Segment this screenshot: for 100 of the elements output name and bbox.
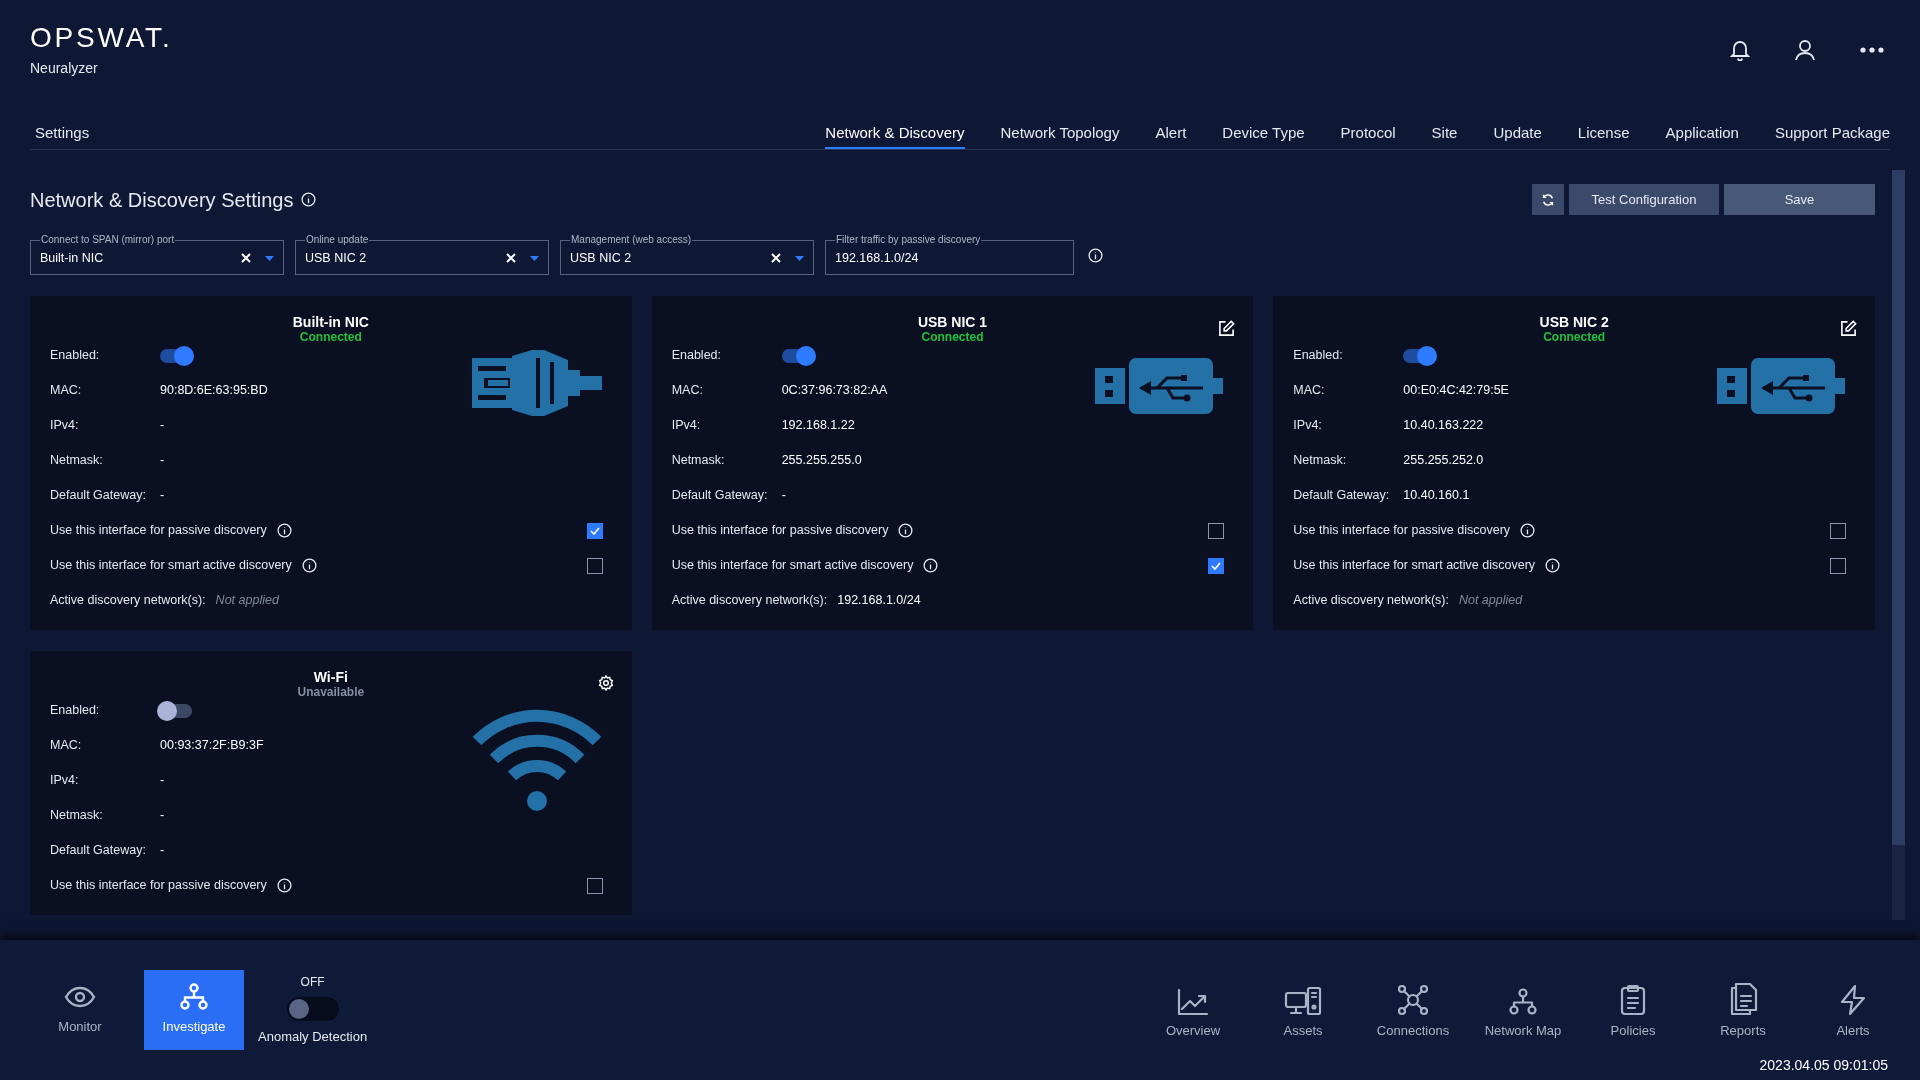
nav-item[interactable]: Overview — [1138, 982, 1248, 1041]
enabled-toggle[interactable] — [160, 703, 192, 718]
clear-icon[interactable] — [241, 253, 251, 263]
more-icon[interactable] — [1860, 47, 1884, 53]
anomaly-detection-label: Anomaly Detection — [258, 1028, 368, 1046]
field-value: 192.168.1.22 — [781, 417, 855, 435]
enabled-label: Enabled: — [50, 702, 101, 720]
active-networks-label: Active discovery network(s): — [50, 592, 206, 610]
active-networks-value: 192.168.1.0/24 — [837, 592, 921, 610]
option-label: Use this interface for smart active discovery — [671, 557, 914, 575]
checkbox[interactable] — [1830, 557, 1846, 574]
field-value: 10.40.160.1 — [1403, 487, 1470, 505]
clear-icon[interactable] — [506, 253, 516, 263]
enabled-toggle[interactable] — [160, 348, 192, 363]
input-field[interactable]: Filter traffic by passive discovery 192.168.1.0/24 — [825, 234, 1074, 275]
settings-tab[interactable]: License — [1577, 121, 1630, 149]
netmask-label: Netmask: — [50, 807, 104, 825]
info-icon[interactable] — [276, 523, 292, 538]
checkbox[interactable] — [1208, 522, 1225, 539]
option-label: Use this interface for smart active discovery — [50, 557, 292, 575]
timestamp: 2023.04.05 09:01:05 — [1759, 1056, 1888, 1075]
interface-status: Unavailable — [297, 685, 365, 699]
dropdown-field[interactable]: Management (web access) USB NIC 2 — [560, 234, 814, 275]
checkbox[interactable] — [1830, 522, 1846, 539]
field-value: 255.255.255.0 — [781, 452, 862, 470]
field-value: - — [160, 417, 165, 435]
mac-label: MAC: — [1293, 382, 1326, 400]
hub-icon — [1397, 984, 1429, 1016]
settings-tab[interactable]: Alert — [1155, 121, 1187, 149]
field-value: - — [160, 772, 165, 790]
desktop-computer-icon — [1284, 986, 1322, 1016]
info-icon[interactable] — [1088, 248, 1103, 263]
netmask-label: Netmask: — [50, 452, 104, 470]
dropdown-field[interactable]: Connect to SPAN (mirror) port Built-in NIC — [30, 234, 284, 275]
dropdown-caret-icon[interactable] — [530, 255, 539, 261]
mac-label: MAC: — [50, 382, 83, 400]
info-icon[interactable] — [301, 192, 317, 207]
nav-item[interactable]: Alerts — [1798, 982, 1908, 1041]
nav-item[interactable]: Assets — [1248, 982, 1358, 1041]
mode-button[interactable]: Monitor — [30, 970, 130, 1050]
dropdown-caret-icon[interactable] — [795, 255, 804, 261]
settings-tab[interactable]: Network & Discovery — [825, 121, 965, 149]
user-icon[interactable] — [1794, 39, 1816, 61]
enabled-label: Enabled: — [1293, 347, 1344, 365]
info-icon[interactable] — [301, 558, 317, 573]
option-label: Use this interface for passive discovery — [1293, 522, 1511, 540]
active-networks-label: Active discovery network(s): — [671, 592, 828, 610]
netmask-label: Netmask: — [671, 452, 726, 470]
info-icon[interactable] — [923, 558, 939, 573]
settings-tab[interactable]: Device Type — [1222, 121, 1305, 149]
info-icon[interactable] — [1545, 558, 1561, 573]
save-button[interactable]: Save — [1724, 184, 1875, 215]
eye-icon — [64, 986, 96, 1009]
settings-tab[interactable]: Update — [1493, 121, 1542, 149]
lightning-icon — [1839, 984, 1867, 1016]
checkbox[interactable] — [586, 557, 603, 574]
settings-icon[interactable] — [597, 675, 614, 691]
info-icon[interactable] — [1520, 523, 1536, 538]
settings-tab[interactable]: Support Package — [1774, 121, 1890, 149]
checkbox[interactable] — [586, 522, 603, 539]
field-value: 90:8D:6E:63:95:BD — [160, 382, 268, 400]
netmask-label: Netmask: — [1293, 452, 1348, 470]
ipv4-label: IPv4: — [1293, 417, 1323, 435]
dropdown-field[interactable]: Online update USB NIC 2 — [295, 234, 549, 275]
nav-item[interactable]: Reports — [1688, 982, 1798, 1041]
nav-item[interactable]: Network Map — [1468, 982, 1578, 1041]
enabled-toggle[interactable] — [781, 348, 814, 363]
test-configuration-button[interactable]: Test Configuration — [1569, 184, 1719, 215]
field-value: - — [160, 487, 165, 505]
settings-tab[interactable]: Protocol — [1340, 121, 1396, 149]
interface-name: Built-in NIC — [292, 314, 369, 330]
anomaly-detection-toggle[interactable] — [286, 997, 339, 1021]
interface-name: USB NIC 1 — [917, 314, 988, 330]
field-value: - — [781, 487, 786, 505]
notification-icon[interactable] — [1730, 39, 1750, 61]
option-label: Use this interface for passive discovery — [50, 522, 267, 540]
checkbox[interactable] — [1208, 557, 1225, 574]
edit-icon[interactable] — [1840, 320, 1857, 337]
ipv4-label: IPv4: — [671, 417, 702, 435]
field-value: 10.40.163.222 — [1403, 417, 1484, 435]
line-chart-icon — [1177, 988, 1209, 1016]
info-icon[interactable] — [898, 523, 914, 538]
field-value: 00:93:37:2F:B9:3F — [160, 737, 264, 755]
network-tree-icon — [179, 983, 209, 1012]
checkbox[interactable] — [586, 877, 603, 894]
dropdown-caret-icon[interactable] — [265, 255, 274, 261]
nav-item[interactable]: Connections — [1358, 982, 1468, 1041]
mode-button[interactable]: Investigate — [144, 970, 244, 1050]
scrollbar[interactable] — [1892, 170, 1905, 920]
gateway-label: Default Gateway: — [50, 842, 147, 860]
clear-icon[interactable] — [771, 253, 781, 263]
settings-tab[interactable]: Network Topology — [1000, 121, 1120, 149]
edit-icon[interactable] — [1218, 320, 1236, 337]
refresh-button[interactable] — [1532, 184, 1564, 215]
settings-tab[interactable]: Site — [1431, 121, 1458, 149]
nav-item[interactable]: Policies — [1578, 982, 1688, 1041]
settings-tab[interactable]: Application — [1665, 121, 1739, 149]
enabled-toggle[interactable] — [1403, 348, 1436, 363]
checkmark-icon — [1211, 561, 1222, 570]
info-icon[interactable] — [276, 878, 292, 893]
